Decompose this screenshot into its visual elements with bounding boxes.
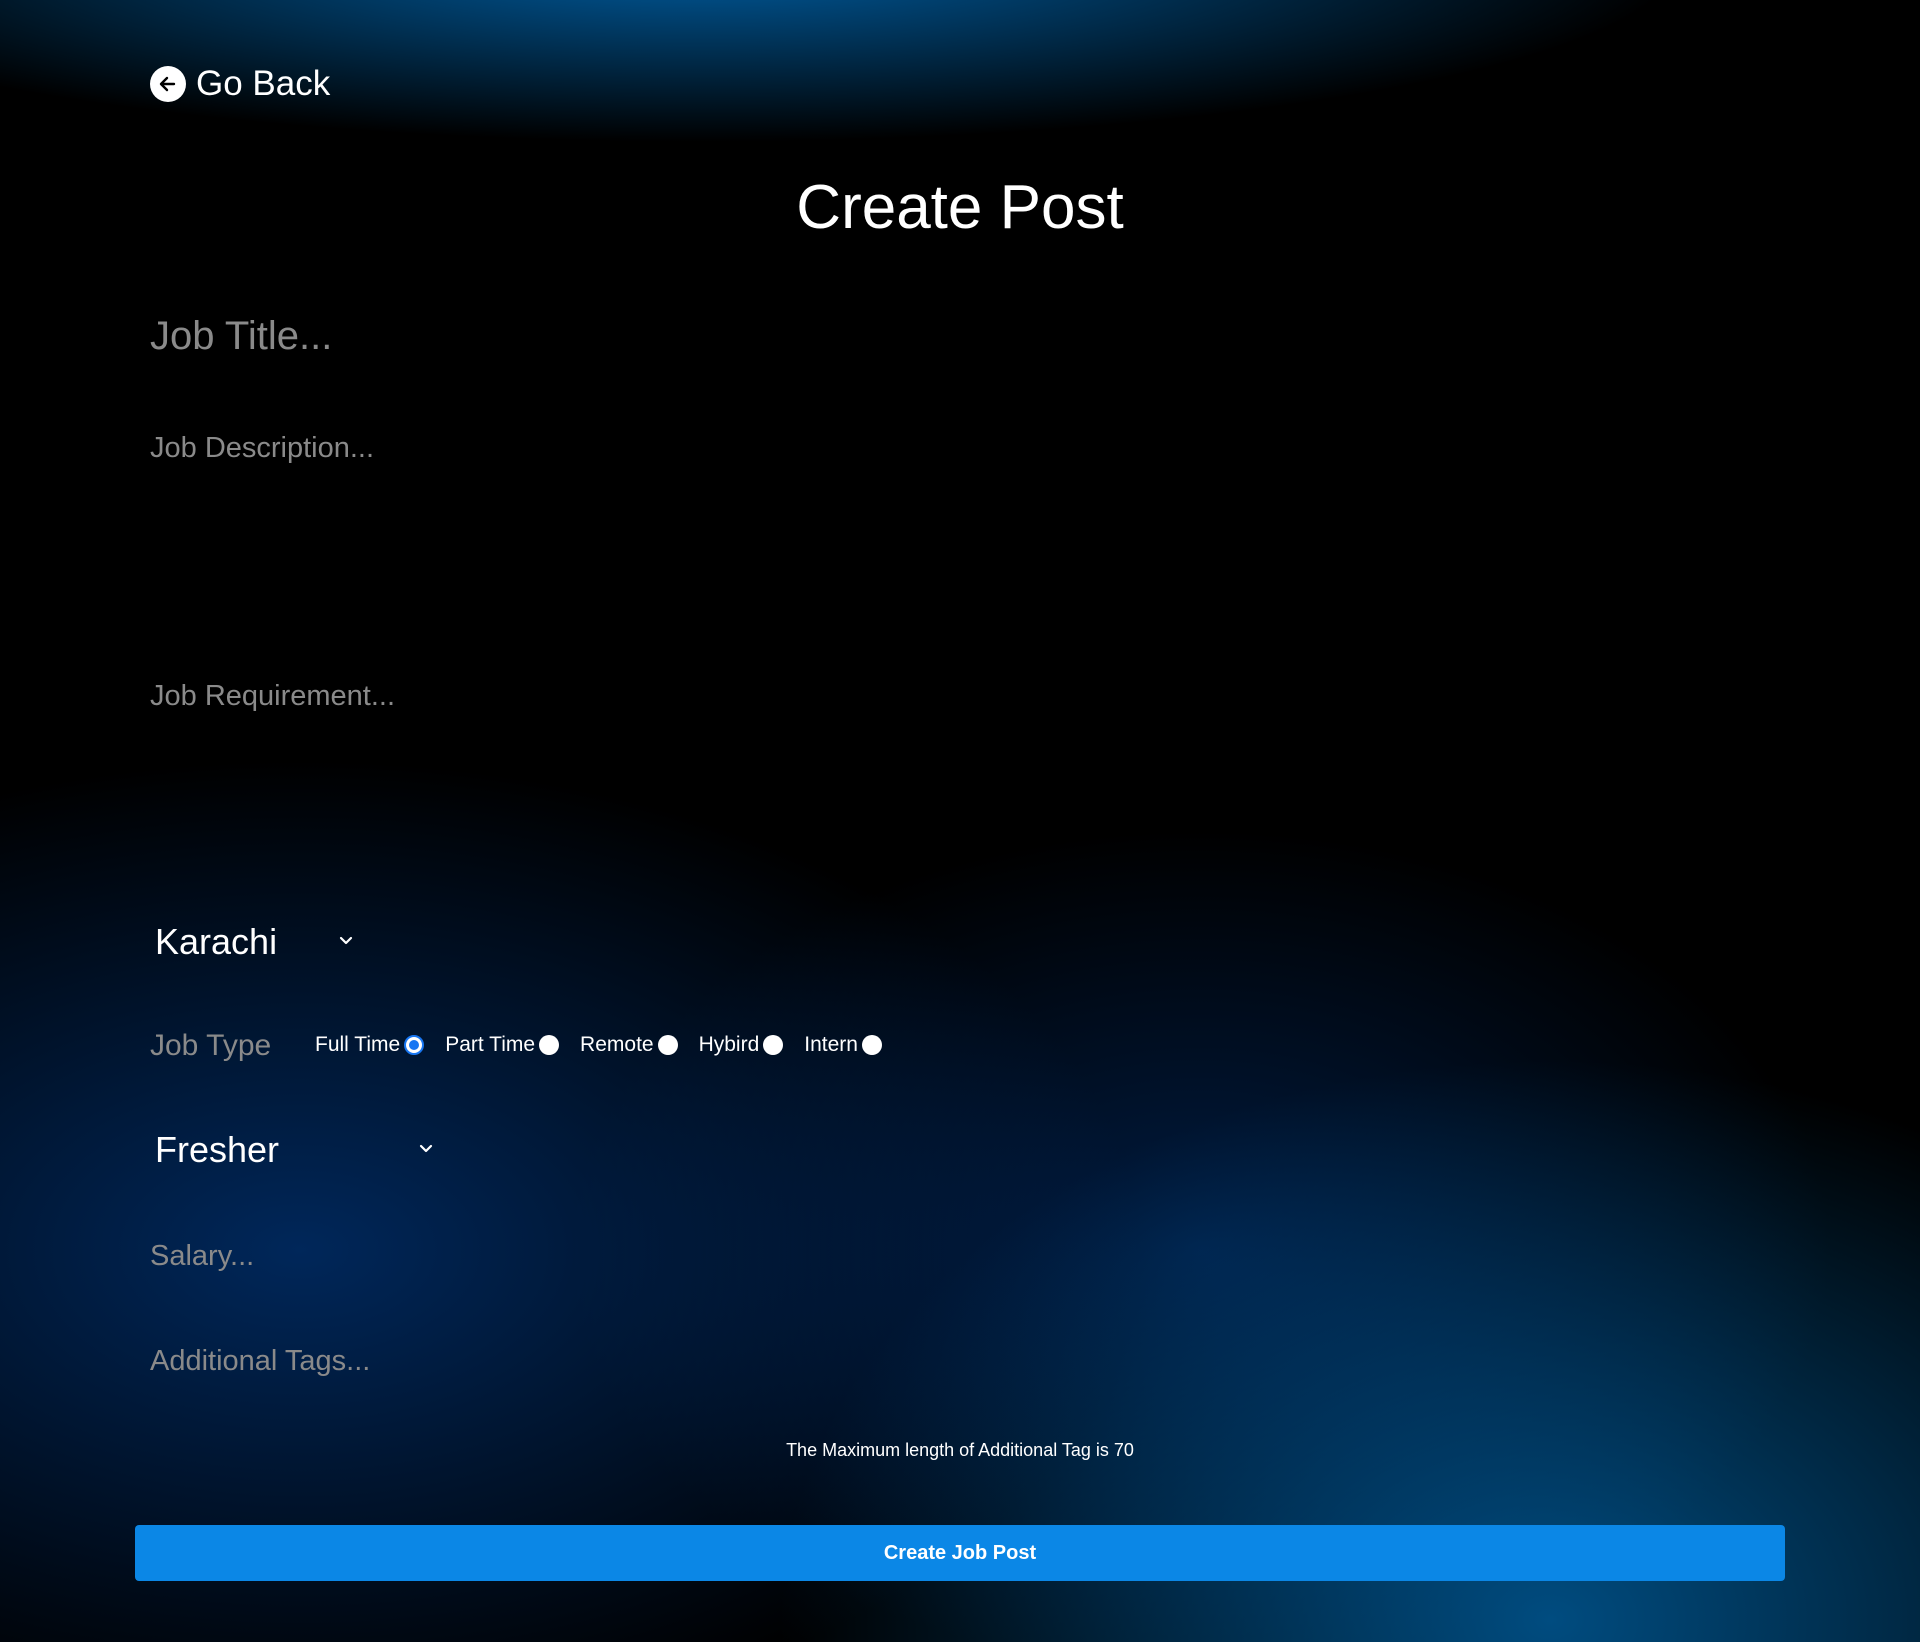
radio-label: Intern [804,1033,858,1056]
radio-label: Remote [580,1033,654,1056]
radio-label: Full Time [315,1033,401,1056]
chevron-down-icon [339,936,353,945]
radio-label: Part Time [445,1033,536,1056]
tags-helper-text: The Maximum length of Additional Tag is … [786,1440,1134,1460]
arrow-left-icon [159,76,176,92]
job-requirement-textarea[interactable] [150,676,1780,846]
chevron-down-icon [419,1144,433,1153]
job-type-label: Job Type [150,1029,272,1062]
go-back-label: Go Back [196,64,331,103]
radio-part-time[interactable]: Part Time [445,1030,560,1060]
create-job-post-button[interactable]: Create Job Post [135,1525,1785,1581]
radio-remote[interactable]: Remote [580,1030,678,1060]
radio-hybrid[interactable]: Hybird [699,1030,784,1060]
city-select[interactable]: Karachi [155,920,355,964]
radio-full-time[interactable]: Full Time [315,1030,425,1060]
job-description-textarea[interactable] [150,428,1780,598]
arrow-left-circle-icon [150,66,186,102]
radio-label: Hybird [698,1033,760,1056]
go-back-button[interactable]: Go Back [150,64,330,104]
additional-tags-input[interactable] [150,1341,1780,1381]
salary-input[interactable] [150,1236,1780,1276]
radio-intern[interactable]: Intern [804,1030,882,1060]
city-select-value: Karachi [155,921,278,962]
experience-select[interactable]: Fresher [155,1128,435,1172]
job-type-radio-group: Full Time Part Time Remote Hybird Intern [315,1030,903,1060]
radio-button[interactable] [763,1035,784,1055]
experience-select-value: Fresher [155,1129,280,1170]
job-title-input[interactable] [150,310,1780,362]
radio-button-checked[interactable] [404,1035,425,1055]
radio-button[interactable] [861,1035,882,1055]
radio-button[interactable] [657,1035,678,1055]
page-title: Create Post [796,173,1124,242]
radio-button[interactable] [539,1035,560,1055]
